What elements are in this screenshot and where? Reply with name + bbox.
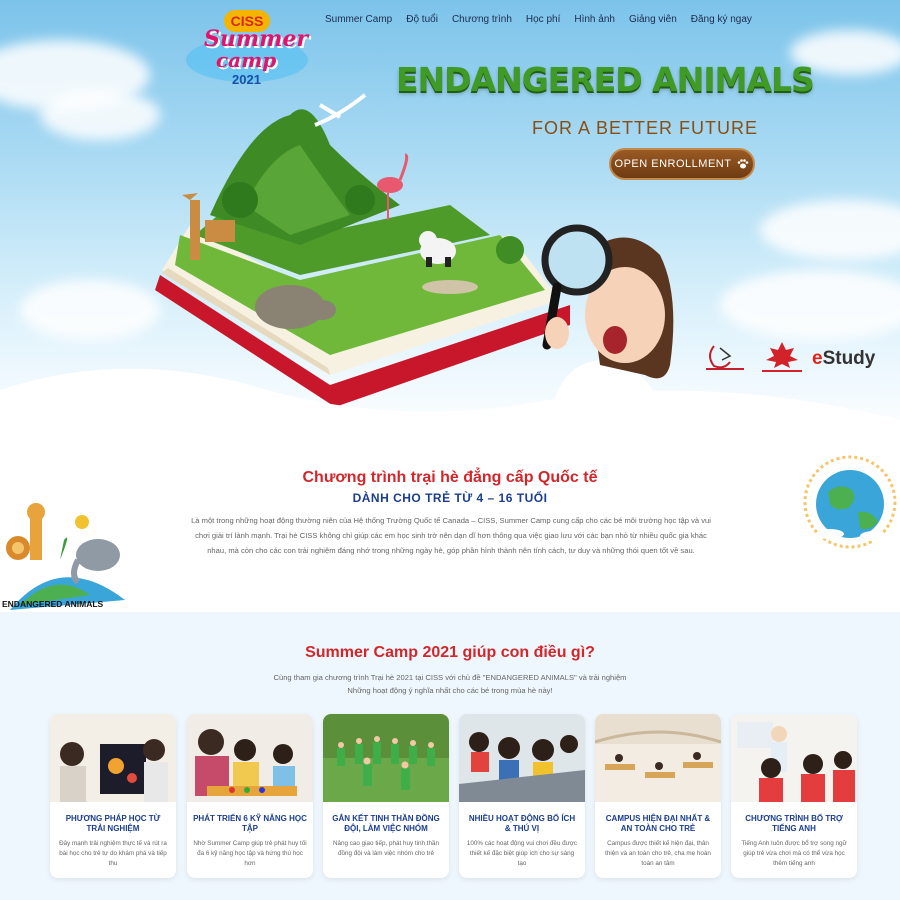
nav-item-register[interactable]: Đăng ký ngay: [684, 14, 759, 25]
hero-wave-divider: [0, 368, 900, 440]
nav-item-teachers[interactable]: Giảng viên: [622, 14, 684, 25]
card-photo-experiential-learning: [50, 714, 176, 802]
benefits-description: Cùng tham gia chương trình Trại hè 2021 …: [250, 671, 650, 697]
card-text: Đây mạnh trải nghiệm thực tế và rút ra b…: [59, 840, 167, 867]
cloud-decoration: [20, 280, 160, 340]
card-title: PHƯƠNG PHÁP HỌC TỪ TRẢI NGHIỆM: [65, 814, 161, 833]
cloud-decoration: [760, 200, 900, 260]
hero-subtitle: FOR A BETTER FUTURE: [531, 118, 758, 138]
card-title: CAMPUS HIỆN ĐẠI NHẤT & AN TOÀN CHO TRẺ: [605, 814, 711, 833]
benefit-card[interactable]: PHÁT TRIỂN 6 KỸ NĂNG HỌC TẬP Nhờ Summer …: [187, 714, 313, 878]
benefits-section: Summer Camp 2021 giúp con điều gì? Cùng …: [0, 612, 900, 900]
nav-item-age[interactable]: Độ tuổi: [399, 14, 445, 25]
card-text: Nhờ Summer Camp giúp trẻ phát huy tối đa…: [193, 840, 307, 867]
card-text: Campus được thiết kế hiện đại, thân thiệ…: [605, 840, 711, 867]
benefit-card[interactable]: PHƯƠNG PHÁP HỌC TỪ TRẢI NGHIỆM Đây mạnh …: [50, 714, 176, 878]
cloud-decoration: [720, 270, 900, 340]
nav-item-program[interactable]: Chương trình: [445, 14, 519, 25]
benefit-card[interactable]: NHIỀU HOẠT ĐỘNG BỔ ÍCH & THÚ VỊ 100% các…: [459, 714, 585, 878]
summer-camp-logo[interactable]: CISS Summer camp 2021: [182, 10, 312, 90]
paw-icon: [738, 159, 749, 169]
benefit-card[interactable]: GẮN KẾT TINH THẦN ĐỒNG ĐỘI, LÀM VIỆC NHÓ…: [323, 714, 449, 878]
intro-title: Chương trình trại hè đẳng cấp Quốc tế: [302, 469, 598, 486]
card-title: GẮN KẾT TINH THẦN ĐỒNG ĐỘI, LÀM VIỆC NHÓ…: [332, 814, 440, 833]
intro-subtitle: DÀNH CHO TRẺ TỪ 4 – 16 TUỔI: [352, 491, 548, 505]
card-text: Tiếng Anh luôn được bổ trợ song ngữ giúp…: [741, 840, 847, 867]
card-text: Nâng cao giao tiếp, phát huy tinh thần đ…: [332, 840, 440, 857]
benefit-card[interactable]: CAMPUS HIỆN ĐẠI NHẤT & AN TOÀN CHO TRẺ C…: [595, 714, 721, 878]
nav-item-summer-camp[interactable]: Summer Camp: [318, 14, 399, 25]
card-photo-activities: [459, 714, 585, 802]
hero-banner: CISS Summer camp 2021 Summer Camp Độ tuổ…: [0, 0, 900, 440]
open-enrollment-button[interactable]: OPEN ENROLLMENT: [609, 148, 755, 180]
benefits-title: Summer Camp 2021 giúp con điều gì?: [305, 644, 595, 661]
card-title: NHIỀU HOẠT ĐỘNG BỔ ÍCH & THÚ VỊ: [468, 814, 576, 833]
endangered-animals-caption: ENDANGERED ANIMALS: [2, 599, 104, 609]
benefits-desc-line2: Những hoạt động ý nghĩa nhất cho các bé …: [347, 686, 553, 695]
card-title: CHƯƠNG TRÌNH BỔ TRỢ TIẾNG ANH: [745, 814, 843, 833]
card-text: 100% các hoạt động vui chơi đều được thi…: [466, 840, 578, 867]
intro-description: Là một trong những hoạt động thường niên…: [191, 516, 711, 555]
main-nav: Summer Camp Độ tuổi Chương trình Học phí…: [318, 14, 759, 25]
nav-item-gallery[interactable]: Hình ảnh: [567, 14, 622, 25]
hero-title: ENDANGERED ANIMALS: [396, 60, 815, 99]
enroll-button-label: OPEN ENROLLMENT: [614, 158, 732, 170]
globe-icon: [803, 455, 897, 549]
card-photo-english: [731, 714, 857, 802]
card-photo-campus: [595, 714, 721, 802]
card-title: PHÁT TRIỂN 6 KỸ NĂNG HỌC TẬP: [193, 814, 307, 833]
benefit-card[interactable]: CHƯƠNG TRÌNH BỔ TRỢ TIẾNG ANH Tiếng Anh …: [731, 714, 857, 878]
card-photo-learning-skills: [187, 714, 313, 802]
intro-section: ENDANGERED ANIMALS Chương trình trại hè …: [0, 440, 900, 612]
endangered-animals-logo: [6, 503, 125, 610]
benefits-desc-line1: Cùng tham gia chương trình Trại hè 2021 …: [273, 673, 627, 682]
nav-item-tuition[interactable]: Học phí: [519, 14, 567, 25]
cloud-decoration: [40, 90, 160, 140]
card-photo-teamwork: [323, 714, 449, 802]
logo-line2: camp: [216, 48, 277, 72]
